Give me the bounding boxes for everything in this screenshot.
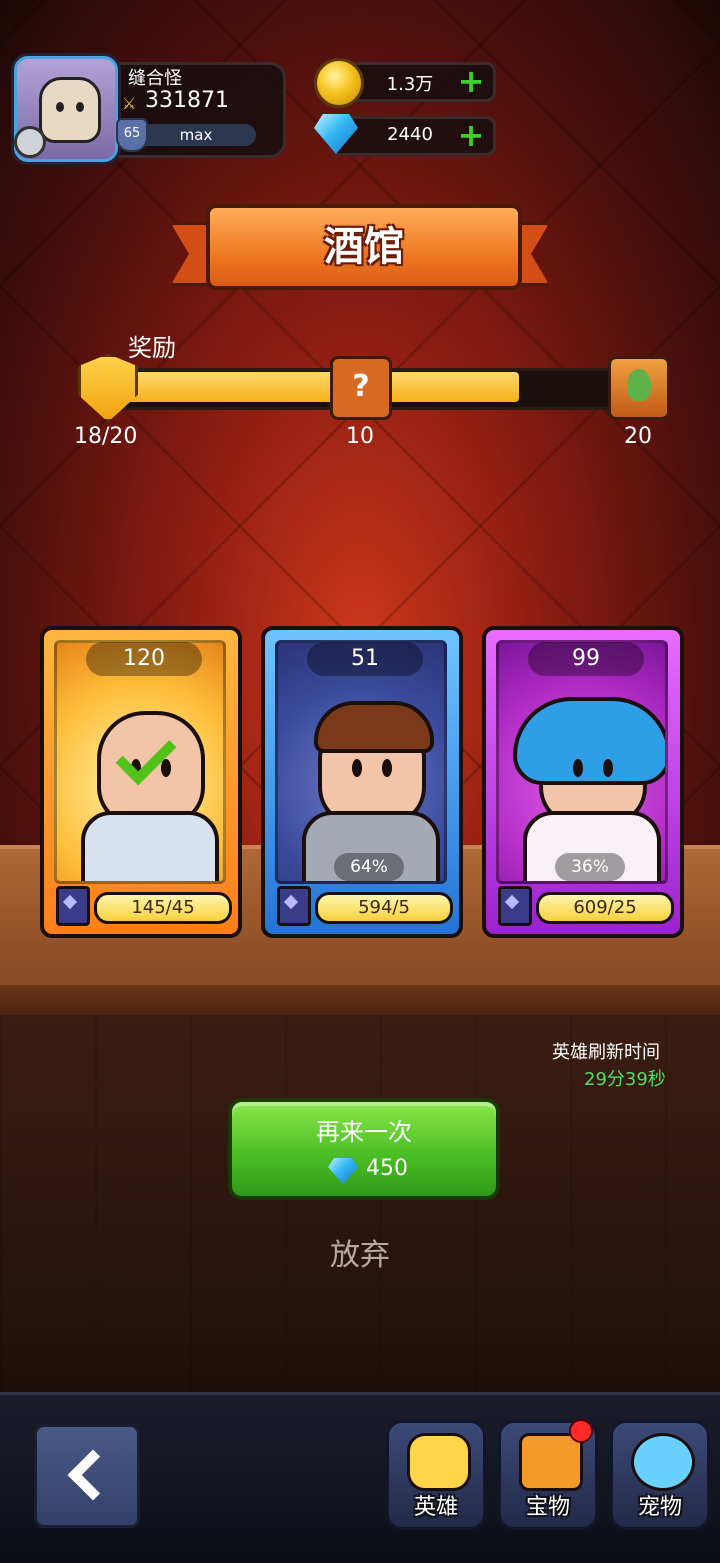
draw-again-cost: 450: [366, 1156, 408, 1181]
hero-body: [81, 811, 219, 881]
refresh-timer: 29分39秒: [584, 1069, 666, 1090]
milestone-2-label: 20: [624, 424, 652, 449]
hero-portrait: [314, 701, 434, 827]
reward-progress-fill: [100, 372, 519, 402]
hero-card-1[interactable]: 120 145/45: [40, 626, 242, 938]
back-button[interactable]: [34, 1424, 140, 1528]
card-portrait: 36%: [496, 640, 668, 884]
card-deck-icon: [498, 886, 532, 926]
player-name: 缝合怪: [128, 68, 182, 89]
sword-icon: ⚔: [122, 94, 137, 113]
shard-count: 609/25: [536, 892, 674, 924]
gear-icon[interactable]: [14, 126, 46, 158]
power-value: 331871: [145, 88, 229, 113]
gem-icon: [328, 1158, 358, 1184]
add-gold-button[interactable]: +: [456, 65, 486, 97]
add-gems-button[interactable]: +: [456, 119, 486, 151]
nav-pet-label: 宠物: [637, 1495, 682, 1520]
card-count-badge: 51: [307, 642, 423, 676]
percent-badge: 36%: [555, 853, 625, 881]
pet-icon: [631, 1433, 695, 1491]
nav-hero-button[interactable]: 英雄: [386, 1420, 486, 1530]
shard-count: 145/45: [94, 892, 232, 924]
percent-badge: 64%: [334, 853, 404, 881]
card-portrait: [54, 640, 226, 884]
draw-again-button[interactable]: 再来一次 450: [228, 1098, 500, 1200]
milestone-1-label: 10: [346, 424, 374, 449]
hero-portrait: [513, 697, 665, 827]
shard-count: 594/5: [315, 892, 453, 924]
hero-reward-icon[interactable]: [608, 356, 670, 420]
reward-progress-text: 18/20: [74, 424, 138, 449]
page-title: 酒馆: [324, 224, 404, 270]
refresh-label: 英雄刷新时间: [552, 1042, 660, 1063]
hero-card-3[interactable]: 36% 99 609/25: [482, 626, 684, 938]
gem-amount: 2440: [387, 124, 433, 145]
nav-treasure-label: 宝物: [525, 1495, 570, 1520]
notification-dot: [569, 1419, 593, 1443]
reward-label: 奖励: [128, 334, 176, 362]
card-deck-icon: [277, 886, 311, 926]
title-banner: 酒馆: [170, 204, 550, 296]
gold-amount: 1.3万: [386, 74, 434, 95]
card-deck-icon: [56, 886, 90, 926]
hero-icon: [407, 1433, 471, 1491]
table-edge: [0, 985, 720, 1015]
nav-hero-label: 英雄: [413, 1495, 458, 1520]
draw-again-label: 再来一次: [316, 1118, 412, 1146]
card-count-badge: 99: [528, 642, 644, 676]
give-up-button[interactable]: 放弃: [300, 1230, 420, 1274]
avatar-face: [39, 77, 101, 143]
card-count-badge: 120: [86, 642, 202, 676]
card-portrait: 64%: [275, 640, 447, 884]
nav-treasure-button[interactable]: 宝物: [498, 1419, 598, 1530]
xp-bar: max: [136, 124, 256, 146]
nav-pet-button[interactable]: 宠物: [610, 1420, 710, 1530]
mystery-chest-icon[interactable]: [330, 356, 392, 420]
treasure-icon: [519, 1433, 583, 1491]
hero-card-2[interactable]: 64% 51 594/5: [261, 626, 463, 938]
level-badge: 65: [116, 118, 148, 152]
